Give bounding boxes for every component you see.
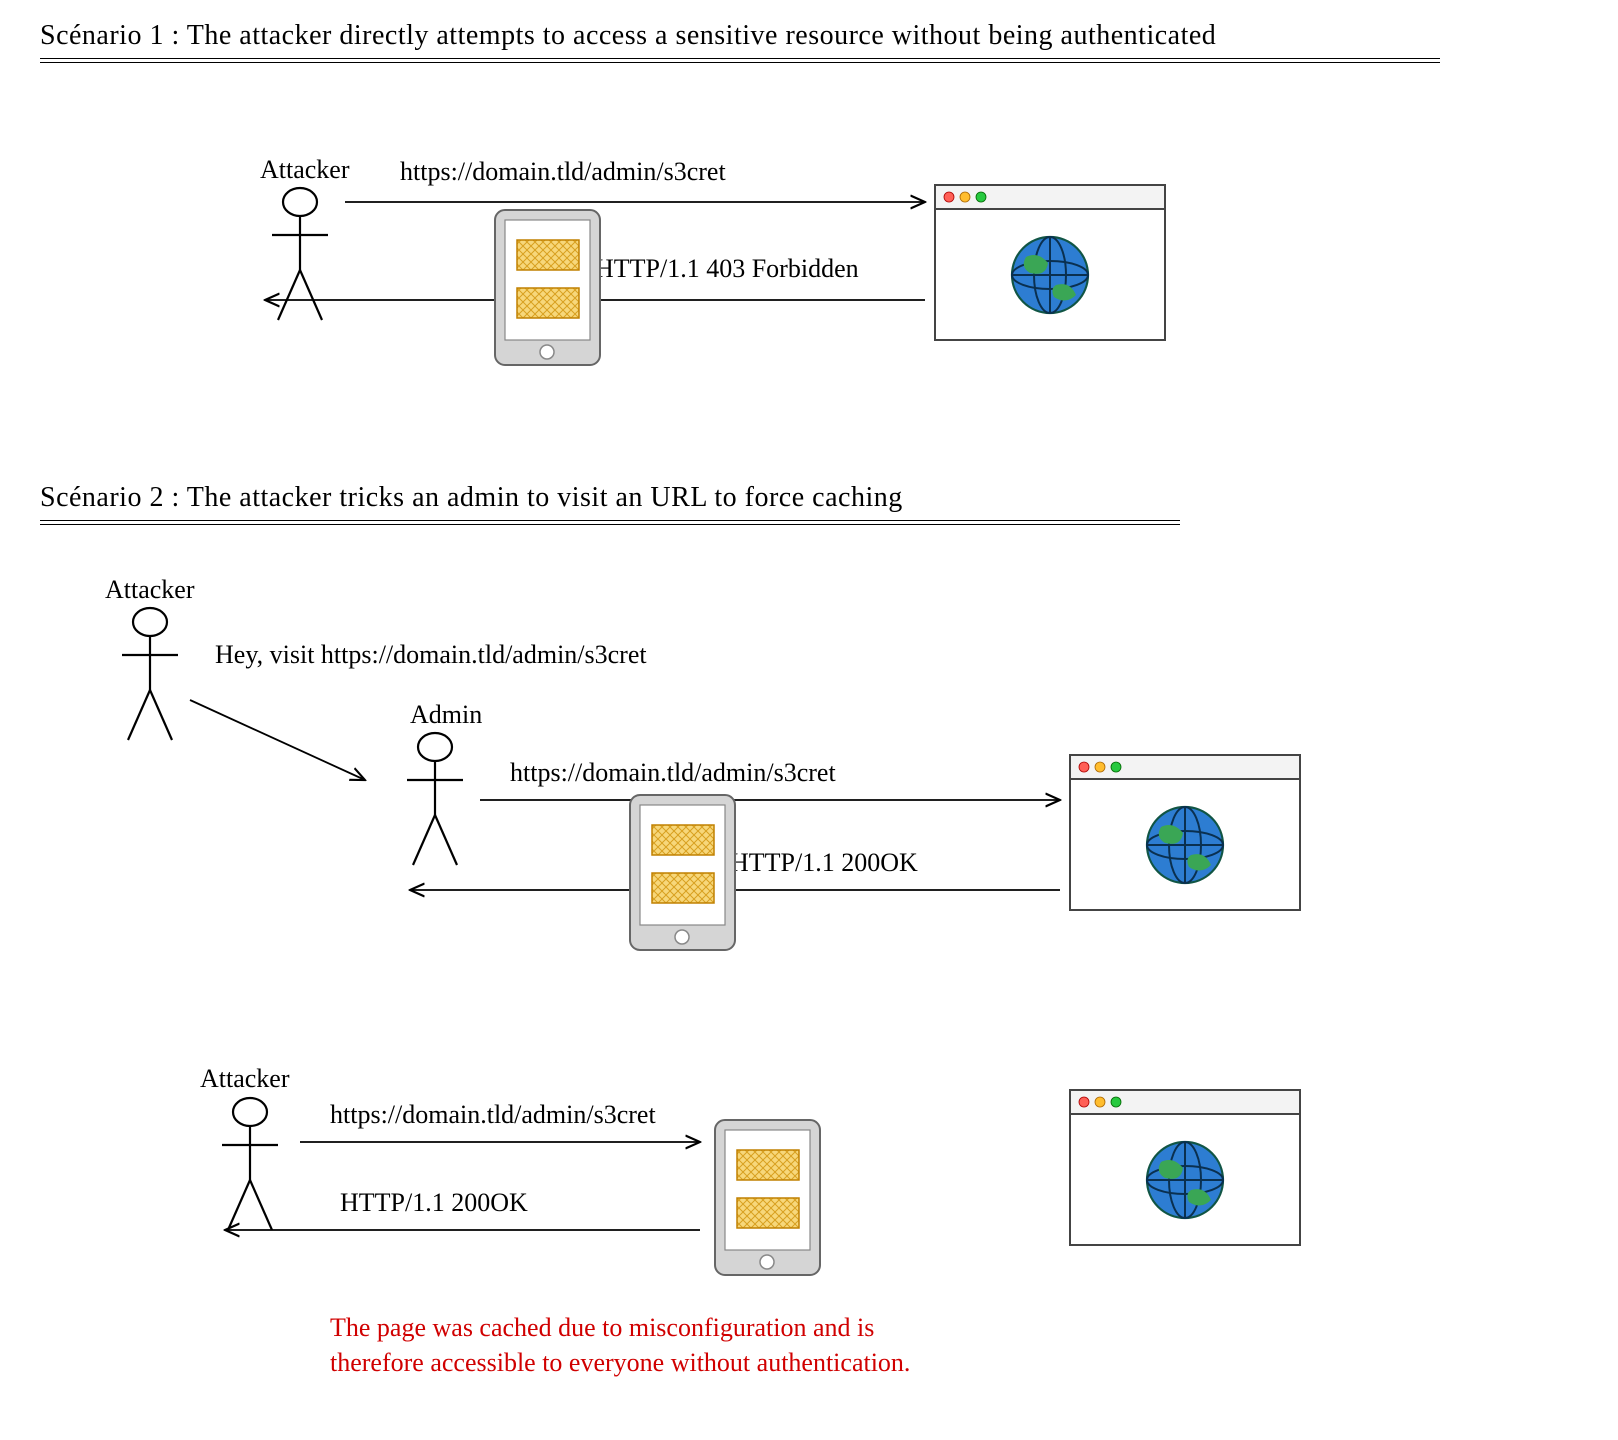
browser-window-icon (935, 185, 1165, 340)
admin-label: Admin (410, 700, 482, 730)
scenario1-heading: Scénario 1 : The attacker directly attem… (40, 20, 1580, 63)
attacker2-request-url: https://domain.tld/admin/s3cret (330, 1100, 656, 1130)
attacker2-label: Attacker (200, 1064, 290, 1094)
stick-figure-attacker-icon (122, 608, 178, 740)
diagram-canvas: Scénario 1 : The attacker directly attem… (20, 20, 1598, 1420)
stick-figure-admin-icon (407, 733, 463, 865)
browser-window-icon (1070, 1090, 1300, 1245)
cache-device-icon (715, 1120, 820, 1275)
cache-device-icon (495, 210, 600, 365)
scenario2-heading: Scénario 2 : The attacker tricks an admi… (40, 482, 1580, 525)
attacker2-response-status: HTTP/1.1 200OK (340, 1188, 528, 1218)
trick-message: Hey, visit https://domain.tld/admin/s3cr… (215, 640, 647, 670)
scenario2-title: Scénario 2 : The attacker tricks an admi… (40, 482, 1580, 514)
stick-figure-attacker-icon (272, 188, 328, 320)
title-underline (40, 520, 1180, 525)
admin-request-url: https://domain.tld/admin/s3cret (510, 758, 836, 788)
title-underline (40, 58, 1440, 63)
diagram-svg (20, 20, 1598, 1420)
response-status: HTTP/1.1 403 Forbidden (595, 254, 859, 284)
trick-arrow (190, 700, 365, 780)
attacker-label: Attacker (105, 575, 195, 605)
browser-window-icon (1070, 755, 1300, 910)
attacker-label: Attacker (260, 155, 350, 185)
admin-response-status: HTTP/1.1 200OK (730, 848, 918, 878)
cache-device-icon (630, 795, 735, 950)
stick-figure-attacker-icon (222, 1098, 278, 1230)
scenario1-title: Scénario 1 : The attacker directly attem… (40, 20, 1580, 52)
warning-text: The page was cached due to misconfigurat… (330, 1310, 910, 1380)
request-url: https://domain.tld/admin/s3cret (400, 157, 726, 187)
